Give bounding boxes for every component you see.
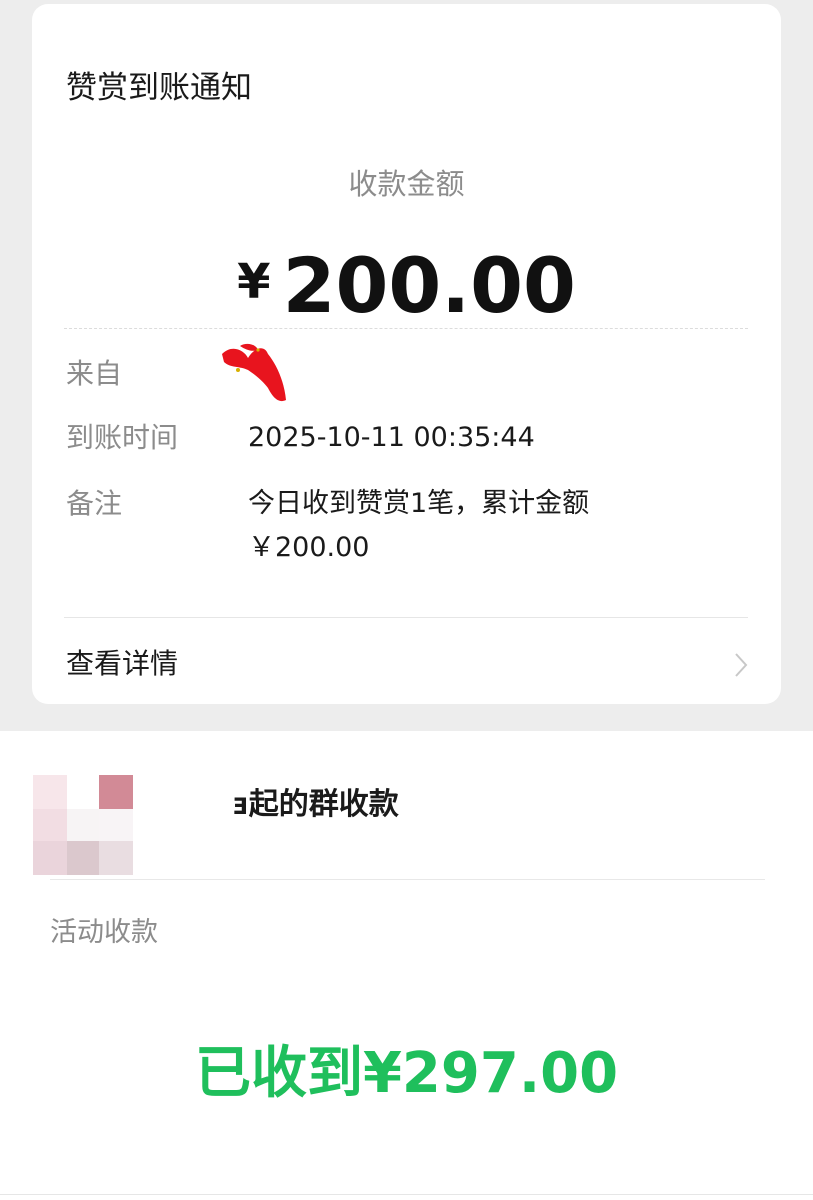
view-details-row[interactable]: 查看详情 <box>32 618 781 704</box>
activity-payment-label: 活动收款 <box>50 917 158 948</box>
currency-symbol: ¥ <box>237 254 271 310</box>
group-payment-section[interactable]: ⱻ起的群收款 活动收款 已收到¥297.00 <box>0 731 813 1200</box>
chevron-right-icon <box>735 653 748 677</box>
remark-label: 备注 <box>66 487 123 520</box>
remark-value-line1: 今日收到赞赏1笔，累计金额 <box>248 488 590 519</box>
reward-notification-card[interactable]: 赞赏到账通知 收款金额 ¥200.00 来自 到账时间 2025-10-11 0… <box>32 4 781 704</box>
amount-value: 200.00 <box>282 241 576 330</box>
bottom-divider <box>0 1194 813 1195</box>
group-payment-title: ⱻ起的群收款 <box>232 787 399 822</box>
remark-value-line2: ￥200.00 <box>248 532 370 563</box>
group-divider <box>50 879 765 880</box>
top-section: 赞赏到账通知 收款金额 ¥200.00 来自 到账时间 2025-10-11 0… <box>0 0 813 731</box>
arrival-time-label: 到账时间 <box>66 421 179 454</box>
group-avatar <box>33 775 133 875</box>
card-title: 赞赏到账通知 <box>66 70 252 106</box>
dashed-divider <box>64 328 748 329</box>
amount-display: ¥200.00 <box>32 236 781 353</box>
sender-redaction-scribble <box>222 343 286 402</box>
arrival-time-value: 2025-10-11 00:35:44 <box>248 422 535 453</box>
from-label: 来自 <box>66 357 123 390</box>
received-amount: 已收到¥297.00 <box>194 1041 619 1106</box>
view-details-label: 查看详情 <box>66 647 179 680</box>
amount-label: 收款金额 <box>348 167 465 201</box>
